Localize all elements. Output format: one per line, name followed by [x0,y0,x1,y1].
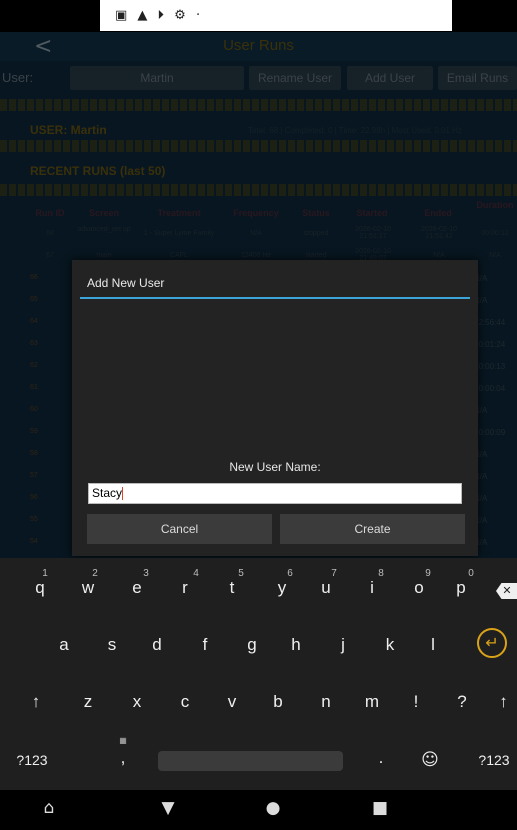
key-a[interactable]: a [44,635,84,655]
status-bar: ▣ ▲ ⏵ ⚙ · [0,0,517,32]
key-l[interactable]: l [413,635,453,655]
key-x[interactable]: x [117,692,157,712]
key-v[interactable]: v [212,692,252,712]
key-u[interactable]: u [306,578,346,598]
status-icons: ▣ ▲ ⏵ ⚙ · [115,8,204,23]
key-w[interactable]: w [68,578,108,598]
key-z[interactable]: z [68,692,108,712]
symbols-key-right[interactable]: ?123 [472,752,516,768]
dialog-title: Add New User [87,276,165,290]
emoji-keyboard-hint-icon: ▦ [119,736,127,745]
key-r[interactable]: r [165,578,205,598]
text-caret [122,487,124,501]
key-comma[interactable]: , [103,748,143,768]
backspace-icon[interactable]: ✕ [496,583,517,599]
key-h[interactable]: h [276,635,316,655]
key-q[interactable]: q [20,578,60,598]
key-m[interactable]: m [352,692,392,712]
key-n[interactable]: n [306,692,346,712]
enter-icon[interactable]: ↵ [477,628,507,658]
recents-square-icon[interactable]: ■ [365,798,395,818]
new-user-name-input[interactable]: Stacy [88,483,462,504]
key-t[interactable]: t [212,578,252,598]
emoji-icon[interactable]: ☺ [410,750,450,770]
key-d[interactable]: d [137,635,177,655]
key-period[interactable]: . [361,748,401,768]
soft-keyboard: 1 2 3 4 5 6 7 8 9 0 q w e r t y u i o p … [0,558,517,790]
back-triangle-icon[interactable]: ▼ [153,798,183,818]
key-c[interactable]: c [165,692,205,712]
key-b[interactable]: b [258,692,298,712]
key-i[interactable]: i [352,578,392,598]
home-circle-icon[interactable]: ● [258,798,288,818]
shift-left-icon[interactable]: ↑ [16,692,56,712]
key-j[interactable]: j [323,635,363,655]
key-g[interactable]: g [232,635,272,655]
new-user-name-label: New User Name: [229,460,321,474]
input-value: Stacy [92,486,123,500]
cancel-button[interactable]: Cancel [87,514,272,544]
home-gesture-icon[interactable]: ⌂ [34,798,64,818]
key-y[interactable]: y [262,578,302,598]
key-k[interactable]: k [370,635,410,655]
key-question[interactable]: ? [442,692,482,712]
space-bar[interactable] [158,751,343,771]
shift-right-icon[interactable]: ↑ [490,692,517,712]
key-s[interactable]: s [92,635,132,655]
dialog-divider [80,297,470,299]
create-button[interactable]: Create [280,514,465,544]
key-o[interactable]: o [399,578,439,598]
add-user-dialog: Add New User New User Name: Stacy Cancel… [72,260,478,556]
key-f[interactable]: f [185,635,225,655]
key-exclamation[interactable]: ! [396,692,436,712]
key-e[interactable]: e [117,578,157,598]
symbols-key-left[interactable]: ?123 [10,752,54,768]
key-p[interactable]: p [441,578,481,598]
system-nav-bar: ⌂ ▼ ● ■ [0,790,517,830]
